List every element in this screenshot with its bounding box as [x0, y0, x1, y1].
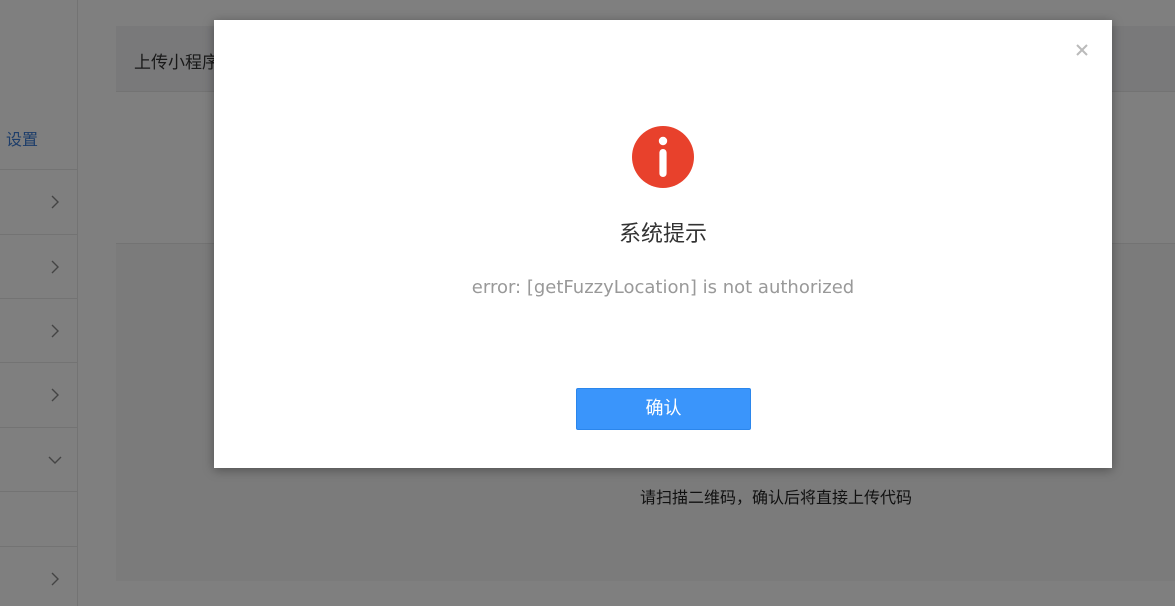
- confirm-button[interactable]: 确认: [576, 388, 751, 430]
- alert-info-icon: [632, 126, 694, 188]
- close-button[interactable]: [1072, 40, 1092, 60]
- dialog-message: error: [getFuzzyLocation] is not authori…: [471, 277, 855, 298]
- system-alert-dialog: 系统提示 error: [getFuzzyLocation] is not au…: [214, 20, 1112, 468]
- close-icon: [1076, 44, 1088, 56]
- dialog-title: 系统提示: [618, 222, 707, 247]
